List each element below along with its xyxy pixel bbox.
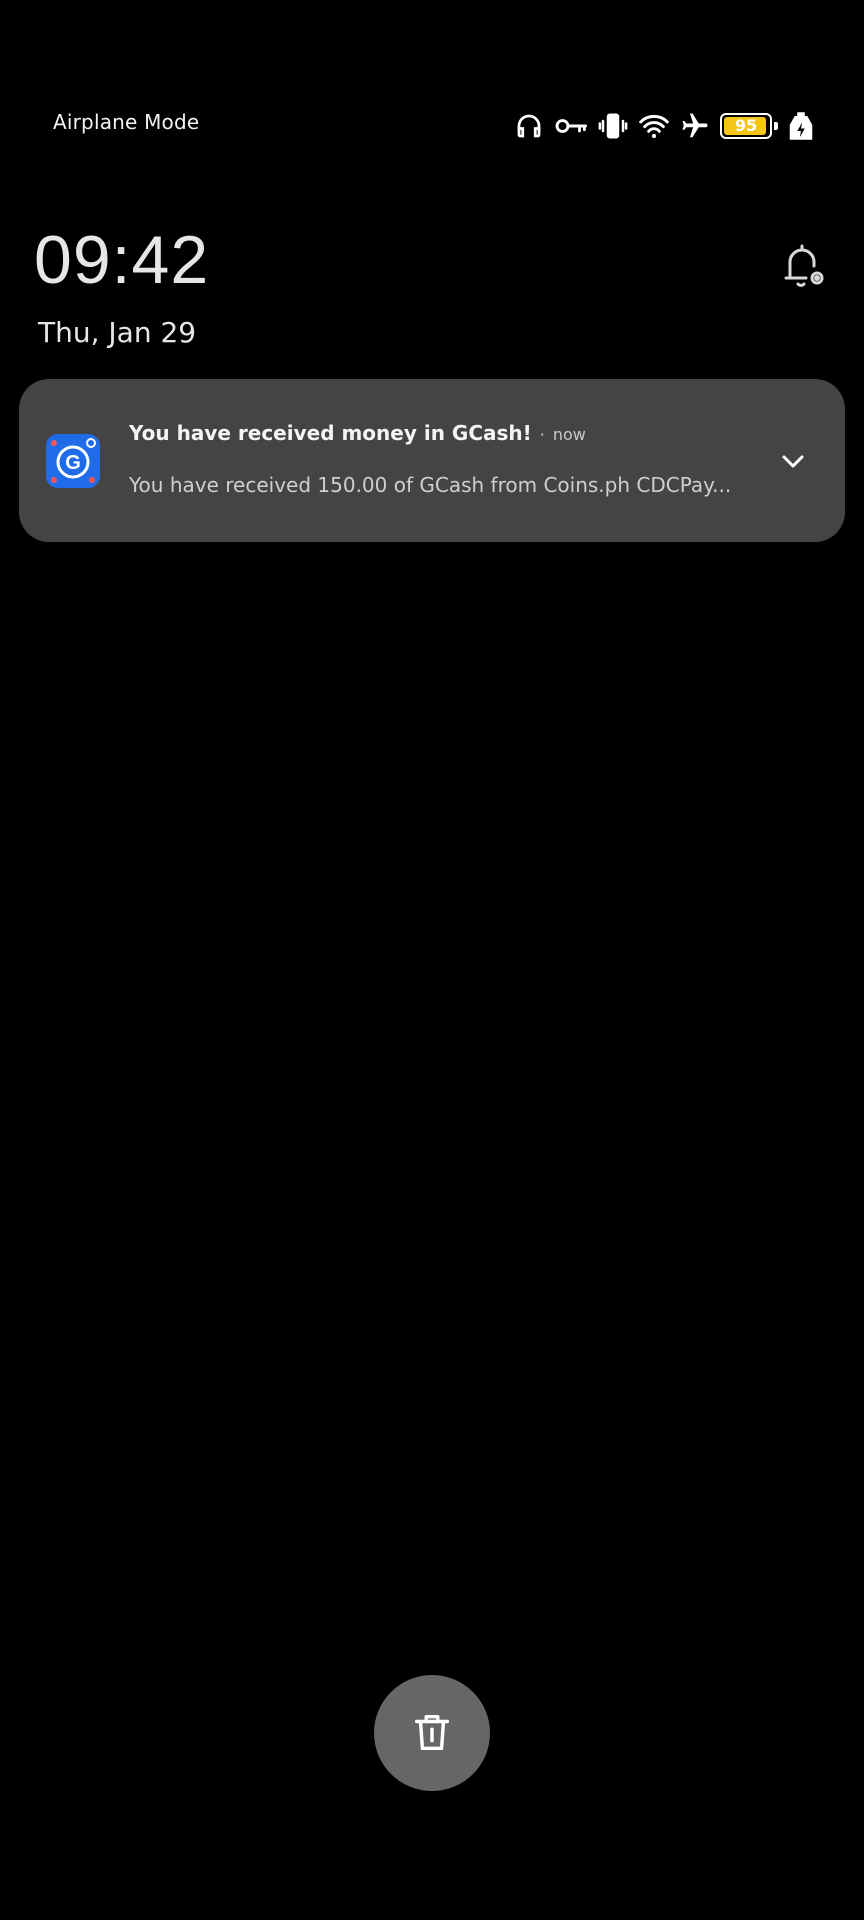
vpn-key-icon [554, 111, 588, 141]
headphones-icon [514, 111, 544, 141]
notification-body: You have received 150.00 of GCash from C… [129, 473, 732, 497]
battery-level: 95 [734, 116, 758, 135]
trash-icon [414, 1714, 450, 1751]
chevron-down-icon[interactable] [777, 445, 809, 477]
lockscreen-clock: 09:42 [34, 222, 210, 298]
status-icons: 95 [514, 104, 814, 148]
clear-notifications-button[interactable] [374, 1675, 490, 1791]
battery-icon: 95 [720, 113, 778, 139]
bell-settings-icon [784, 244, 824, 287]
notification-title: You have received money in GCash! [129, 421, 532, 445]
status-bar: Airplane Mode 95 [0, 104, 864, 148]
gcash-app-icon: G [46, 434, 100, 488]
notification-separator: · [539, 425, 545, 444]
svg-text:G: G [65, 452, 81, 474]
charging-icon [788, 111, 814, 141]
airplane-icon [680, 111, 710, 141]
vibrate-icon [598, 111, 628, 141]
notification-settings-button[interactable] [776, 240, 828, 292]
airplane-mode-label: Airplane Mode [53, 110, 200, 134]
gcash-notification[interactable]: G You have received money in GCash! · no… [19, 379, 845, 542]
lockscreen-date: Thu, Jan 29 [38, 316, 197, 349]
wifi-icon [638, 111, 670, 141]
notification-time: now [552, 425, 586, 444]
notification-header: You have received money in GCash! · now [129, 421, 586, 445]
